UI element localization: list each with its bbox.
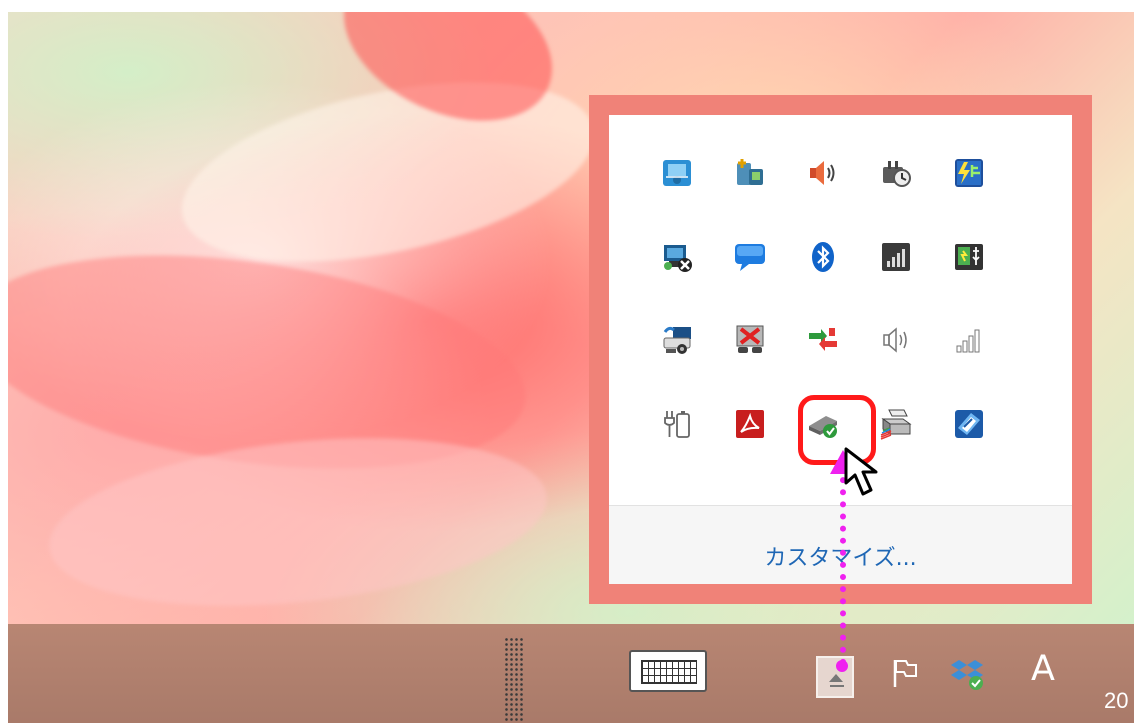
network-sharing-icon[interactable] (655, 151, 699, 195)
usb-device-icon[interactable] (947, 235, 991, 279)
graphics-settings-icon[interactable] (947, 402, 991, 446)
sync-arrows-icon[interactable] (801, 318, 845, 362)
signal-bars-icon[interactable] (947, 318, 991, 362)
dropbox-sync-icon[interactable] (950, 656, 986, 696)
action-center-flag-icon[interactable] (889, 657, 921, 693)
show-hidden-icons-chevron-icon (829, 674, 843, 682)
signal-strength-dark-icon[interactable] (874, 235, 918, 279)
touch-keyboard-icon (641, 660, 697, 684)
annotation-dot (836, 660, 848, 672)
bluetooth-icon[interactable] (801, 235, 845, 279)
toolbar-gripper[interactable] (504, 637, 524, 723)
acrobat-reader-icon[interactable] (728, 402, 772, 446)
ime-language-indicator[interactable]: A (1031, 652, 1055, 687)
power-manager-icon[interactable] (947, 151, 991, 195)
battery-plug-icon[interactable] (655, 402, 699, 446)
chevron-base-line (830, 685, 844, 687)
mouse-cursor-icon (843, 446, 893, 506)
speaker-outline-icon[interactable] (874, 318, 918, 362)
show-hidden-icons-button[interactable] (816, 656, 854, 698)
computer-setup-icon[interactable] (728, 151, 772, 195)
clock-text[interactable]: 20 (1104, 688, 1134, 714)
message-bubble-icon[interactable] (728, 235, 772, 279)
power-clock-icon[interactable] (874, 151, 918, 195)
wallpaper-petal (41, 416, 555, 624)
display-error-icon[interactable] (728, 318, 772, 362)
network-disconnected-icon[interactable] (655, 235, 699, 279)
printer-icon[interactable] (874, 402, 918, 446)
network-adapter-icon[interactable] (655, 318, 699, 362)
speaker-volume-icon[interactable] (801, 151, 845, 195)
touch-keyboard-button[interactable] (629, 650, 707, 692)
